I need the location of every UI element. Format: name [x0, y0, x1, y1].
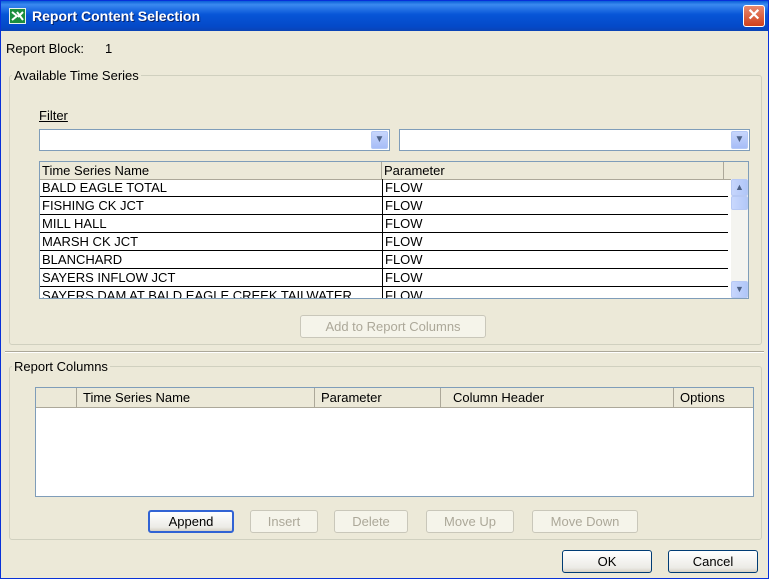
- report-block-value: 1: [105, 41, 113, 56]
- report-columns-legend: Report Columns: [12, 359, 110, 374]
- report-block-label: Report Block:: [6, 41, 85, 56]
- move-down-button[interactable]: Move Down: [532, 510, 638, 533]
- append-button[interactable]: Append: [148, 510, 234, 533]
- table-cell: FLOW: [382, 179, 725, 196]
- move-up-button[interactable]: Move Up: [426, 510, 514, 533]
- table-row[interactable]: FISHING CK JCT FLOW: [40, 197, 728, 215]
- table-cell: FLOW: [382, 287, 725, 298]
- report-columns-header: Time Series Name Parameter Column Header…: [36, 388, 753, 408]
- close-icon: ✕: [747, 7, 761, 24]
- arrow-down-icon: ▼: [735, 284, 744, 294]
- table-cell: FLOW: [382, 269, 725, 286]
- table-row[interactable]: BALD EAGLE TOTAL FLOW: [40, 179, 728, 197]
- scroll-thumb[interactable]: [731, 196, 748, 210]
- table-cell: SAYERS INFLOW JCT: [42, 270, 176, 285]
- filter-combo-2[interactable]: ▼: [399, 129, 750, 151]
- report-columns-table[interactable]: Time Series Name Parameter Column Header…: [35, 387, 754, 497]
- table-row[interactable]: BLANCHARD FLOW: [40, 251, 728, 269]
- column-header-time-series-name[interactable]: Time Series Name: [40, 162, 382, 179]
- table-cell: FLOW: [382, 197, 725, 214]
- table-cell: FLOW: [382, 251, 725, 268]
- insert-button[interactable]: Insert: [250, 510, 318, 533]
- table-row[interactable]: MARSH CK JCT FLOW: [40, 233, 728, 251]
- filter-combo-1[interactable]: ▼: [39, 129, 390, 151]
- delete-button[interactable]: Delete: [334, 510, 408, 533]
- scroll-up-button[interactable]: ▲: [731, 179, 748, 196]
- window-title: Report Content Selection: [32, 8, 201, 24]
- table-row[interactable]: MILL HALL FLOW: [40, 215, 728, 233]
- table-row[interactable]: SAYERS DAM AT BALD EAGLE CREEK TAILWATER…: [40, 287, 728, 299]
- available-table-scrollbar[interactable]: ▲ ▼: [731, 179, 748, 298]
- available-time-series-table[interactable]: Time Series Name Parameter BALD EAGLE TO…: [39, 161, 749, 299]
- column-header-time-series-name[interactable]: Time Series Name: [77, 388, 315, 407]
- table-cell: FISHING CK JCT: [42, 198, 144, 213]
- table-cell: BALD EAGLE TOTAL: [42, 180, 167, 195]
- section-divider: [5, 351, 764, 353]
- chevron-down-icon: ▼: [374, 134, 385, 145]
- arrow-up-icon: ▲: [735, 182, 744, 192]
- column-header-parameter[interactable]: Parameter: [382, 162, 724, 179]
- table-cell: FLOW: [382, 215, 725, 232]
- column-header-options[interactable]: Options: [674, 388, 753, 407]
- report-content-selection-dialog: Report Content Selection ✕ Report Block:…: [0, 0, 769, 579]
- filter-label: Filter: [39, 108, 68, 123]
- cancel-button[interactable]: Cancel: [668, 550, 758, 573]
- available-table-header: Time Series Name Parameter: [40, 162, 748, 180]
- ok-button[interactable]: OK: [562, 550, 652, 573]
- scroll-down-button[interactable]: ▼: [731, 281, 748, 298]
- column-header-parameter[interactable]: Parameter: [315, 388, 441, 407]
- table-cell: MILL HALL: [42, 216, 107, 231]
- table-cell: FLOW: [382, 233, 725, 250]
- table-cell: BLANCHARD: [42, 252, 123, 267]
- column-header-index: [36, 388, 77, 407]
- filter-combo-1-dropdown-button[interactable]: ▼: [371, 131, 388, 149]
- table-row[interactable]: SAYERS INFLOW JCT FLOW: [40, 269, 728, 287]
- app-icon: [9, 8, 26, 24]
- close-button[interactable]: ✕: [743, 5, 765, 27]
- add-to-report-columns-button[interactable]: Add to Report Columns: [300, 315, 486, 338]
- available-time-series-legend: Available Time Series: [12, 68, 141, 83]
- title-bar[interactable]: Report Content Selection ✕: [1, 1, 768, 31]
- filter-combo-2-dropdown-button[interactable]: ▼: [731, 131, 748, 149]
- table-cell: MARSH CK JCT: [42, 234, 139, 249]
- column-header-column-header[interactable]: Column Header: [441, 388, 674, 407]
- chevron-down-icon: ▼: [734, 134, 745, 145]
- table-cell: SAYERS DAM AT BALD EAGLE CREEK TAILWATER: [42, 288, 352, 299]
